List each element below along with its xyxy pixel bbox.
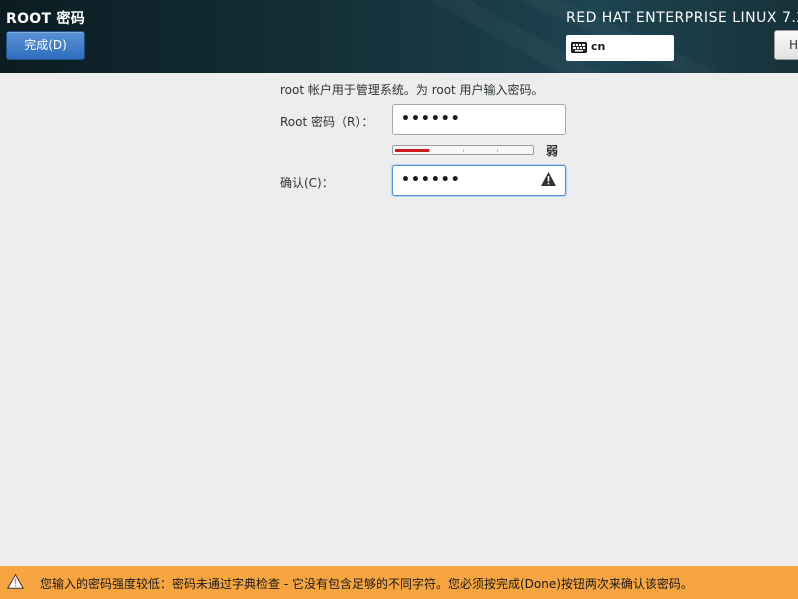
root-password-label: Root 密码（R）： <box>280 115 374 129</box>
header-bar: ROOT 密码 完成(D) RED HAT ENTERPRISE LINUX 7… <box>0 0 798 73</box>
page-title: ROOT 密码 <box>6 11 86 27</box>
keyboard-layout-label: cn <box>591 40 606 53</box>
password-strength-label: 弱 <box>546 144 559 158</box>
confirm-password-label: 确认(C)： <box>280 176 334 190</box>
keyboard-layout-indicator[interactable]: cn <box>566 35 674 61</box>
strength-segment-divider <box>497 149 498 152</box>
warning-message: 您输入的密码强度较低：密码未通过字典检查 - 它没有包含足够的不同字符。您必须按… <box>40 577 693 591</box>
warning-icon <box>7 574 24 589</box>
warning-bar[interactable]: 您输入的密码强度较低：密码未通过字典检查 - 它没有包含足够的不同字符。您必须按… <box>0 566 798 599</box>
root-password-screen: ROOT 密码 完成(D) RED HAT ENTERPRISE LINUX 7… <box>0 0 798 599</box>
root-password-input[interactable]: •••••• <box>392 104 566 135</box>
product-title: RED HAT ENTERPRISE LINUX 7.2 <box>566 10 798 26</box>
warning-icon <box>541 172 556 186</box>
keyboard-icon <box>571 42 587 53</box>
done-button[interactable]: 完成(D) <box>6 31 85 60</box>
help-button[interactable]: H <box>774 30 798 60</box>
form-description: root 帐户用于管理系统。为 root 用户输入密码。 <box>280 83 544 97</box>
strength-segment-divider <box>463 149 464 152</box>
password-strength-meter <box>392 145 534 155</box>
password-strength-fill <box>395 149 429 152</box>
strength-segment-divider <box>429 149 430 152</box>
